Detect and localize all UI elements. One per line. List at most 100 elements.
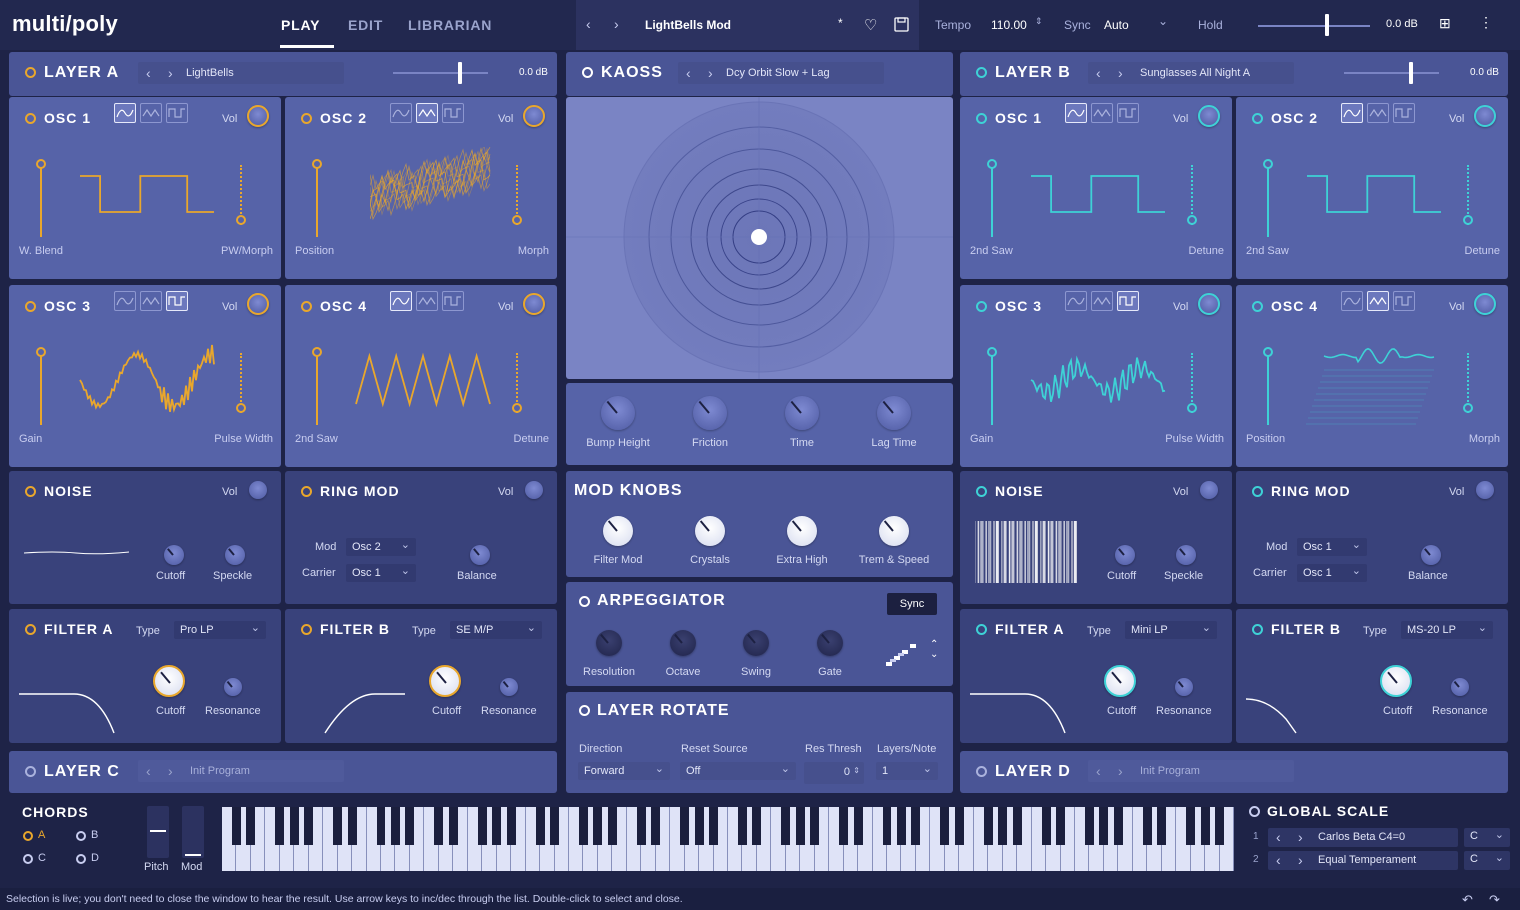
layer-c-next-icon[interactable]: › [168, 763, 173, 779]
osc-a1-vol-knob[interactable] [247, 105, 269, 127]
master-volume-thumb[interactable] [1325, 14, 1329, 36]
layer-rotate-power-icon[interactable] [579, 705, 590, 716]
arp-knob-3[interactable] [817, 630, 843, 656]
reset-source-select[interactable]: Off [680, 762, 796, 780]
filter-ab-cutoff-knob[interactable] [429, 665, 461, 697]
kaoss-knob-1[interactable] [693, 396, 727, 430]
arp-sync-button[interactable]: Sync [887, 593, 937, 615]
scale-key-select[interactable]: C [1464, 851, 1510, 870]
filter-bb-type-select[interactable]: MS-20 LP [1401, 621, 1493, 639]
osc-a4-wave-tri-icon[interactable] [416, 291, 438, 311]
layer-b-prev-icon[interactable]: ‹ [1096, 65, 1101, 81]
more-menu-icon[interactable]: ⋮ [1479, 14, 1493, 31]
osc-b2-wave-tri-icon[interactable] [1367, 103, 1389, 123]
black-key[interactable] [1186, 807, 1196, 845]
osc-b1-wave-tri-icon[interactable] [1091, 103, 1113, 123]
ring-mod-a-power-icon[interactable] [301, 486, 312, 497]
hold-button[interactable]: Hold [1198, 18, 1223, 32]
black-key[interactable] [390, 807, 400, 845]
osc-b4-right-fader-thumb[interactable] [1463, 403, 1473, 413]
layer-a-volume-thumb[interactable] [458, 62, 462, 84]
black-key[interactable] [231, 807, 241, 845]
mod-knob-0[interactable] [603, 516, 633, 546]
kaoss-preset-selector[interactable]: ‹ › Dcy Orbit Slow + Lag [678, 62, 884, 84]
black-key[interactable] [1056, 807, 1065, 845]
osc-b1-power-icon[interactable] [976, 113, 987, 124]
osc-a1-power-icon[interactable] [25, 113, 36, 124]
arp-knob-2[interactable] [743, 630, 769, 656]
black-key[interactable] [1113, 807, 1123, 845]
layer-d-preset-selector[interactable]: ‹ › Init Program [1088, 760, 1294, 782]
master-volume-slider[interactable] [1258, 25, 1370, 27]
filter-ba-cutoff-knob[interactable] [1104, 665, 1136, 697]
osc-b3-wave-morph-icon[interactable] [1065, 291, 1087, 311]
scale-row-selector[interactable]: ‹ › Equal Temperament [1268, 851, 1458, 870]
noise-a-cutoff-knob[interactable] [164, 545, 184, 565]
osc-a3-left-fader-thumb[interactable] [36, 347, 46, 357]
undo-icon[interactable]: ↶ [1462, 892, 1473, 908]
osc-a2-right-fader-thumb[interactable] [512, 215, 522, 225]
black-key[interactable] [810, 807, 820, 845]
osc-a1-wave-square-icon[interactable] [166, 103, 188, 123]
kaoss-knob-3[interactable] [877, 396, 911, 430]
filter-bb-power-icon[interactable] [1252, 624, 1263, 635]
ring-mod-b-power-icon[interactable] [1252, 486, 1263, 497]
osc-a1-wave-morph-icon[interactable] [114, 103, 136, 123]
layer-d-prev-icon[interactable]: ‹ [1096, 763, 1101, 779]
layer-b-power-icon[interactable] [976, 67, 987, 78]
black-key[interactable] [376, 807, 386, 845]
tempo-value[interactable]: 110.00 [991, 18, 1027, 32]
ring-mod-b-mod-select[interactable]: Osc 1 [1297, 538, 1367, 556]
res-thresh-stepper-icon[interactable]: ⇕ [853, 766, 860, 775]
osc-b2-left-fader[interactable] [1267, 165, 1269, 237]
redo-icon[interactable]: ↷ [1489, 892, 1500, 908]
arp-knob-1[interactable] [670, 630, 696, 656]
layer-a-power-icon[interactable] [25, 67, 36, 78]
black-key[interactable] [506, 807, 516, 845]
osc-a1-left-fader-thumb[interactable] [36, 159, 46, 169]
black-key[interactable] [550, 807, 559, 845]
filter-aa-type-select[interactable]: Pro LP [174, 621, 266, 639]
black-key[interactable] [940, 807, 950, 845]
osc-b2-wave-square-icon[interactable] [1393, 103, 1415, 123]
layer-b-volume-slider[interactable] [1344, 72, 1439, 74]
filter-ab-power-icon[interactable] [301, 624, 312, 635]
layer-a-prev-icon[interactable]: ‹ [146, 65, 151, 81]
filter-ba-type-select[interactable]: Mini LP [1125, 621, 1217, 639]
osc-b1-vol-knob[interactable] [1198, 105, 1220, 127]
tab-play[interactable]: PLAY [281, 17, 320, 33]
ring-mod-b-carrier-select[interactable]: Osc 1 [1297, 564, 1367, 582]
black-key[interactable] [636, 807, 646, 845]
tempo-stepper-icon[interactable]: ⇕ [1035, 16, 1043, 27]
black-key[interactable] [492, 807, 502, 845]
layer-b-next-icon[interactable]: › [1118, 65, 1123, 81]
osc-b4-left-fader-thumb[interactable] [1263, 347, 1273, 357]
black-key[interactable] [680, 807, 690, 845]
black-key[interactable] [1200, 807, 1210, 845]
layer-d-next-icon[interactable]: › [1118, 763, 1123, 779]
osc-a2-wave-square-icon[interactable] [442, 103, 464, 123]
arp-knob-0[interactable] [596, 630, 622, 656]
black-key[interactable] [333, 807, 343, 845]
grid-icon[interactable]: ⊞ [1439, 15, 1451, 32]
filter-aa-cutoff-knob[interactable] [153, 665, 185, 697]
next-preset-icon[interactable]: › [614, 16, 619, 32]
black-key[interactable] [839, 807, 849, 845]
osc-a2-left-fader-thumb[interactable] [312, 159, 322, 169]
black-key[interactable] [246, 807, 256, 845]
osc-a1-right-fader-thumb[interactable] [236, 215, 246, 225]
black-key[interactable] [911, 807, 921, 845]
mod-wheel[interactable] [182, 806, 204, 858]
mod-knob-1[interactable] [695, 516, 725, 546]
osc-b2-wave-morph-icon[interactable] [1341, 103, 1363, 123]
osc-a4-left-fader-thumb[interactable] [312, 347, 322, 357]
black-key[interactable] [535, 807, 545, 845]
scale-key-select[interactable]: C [1464, 828, 1510, 847]
osc-a4-right-fader-thumb[interactable] [512, 403, 522, 413]
osc-b4-wave-tri-icon[interactable] [1367, 291, 1389, 311]
ring-mod-a-balance-knob[interactable] [470, 545, 490, 565]
ring-mod-b-balance-knob[interactable] [1421, 545, 1441, 565]
osc-b1-right-fader-thumb[interactable] [1187, 215, 1197, 225]
osc-b3-left-fader[interactable] [991, 353, 993, 425]
filter-bb-resonance-knob[interactable] [1451, 678, 1469, 696]
